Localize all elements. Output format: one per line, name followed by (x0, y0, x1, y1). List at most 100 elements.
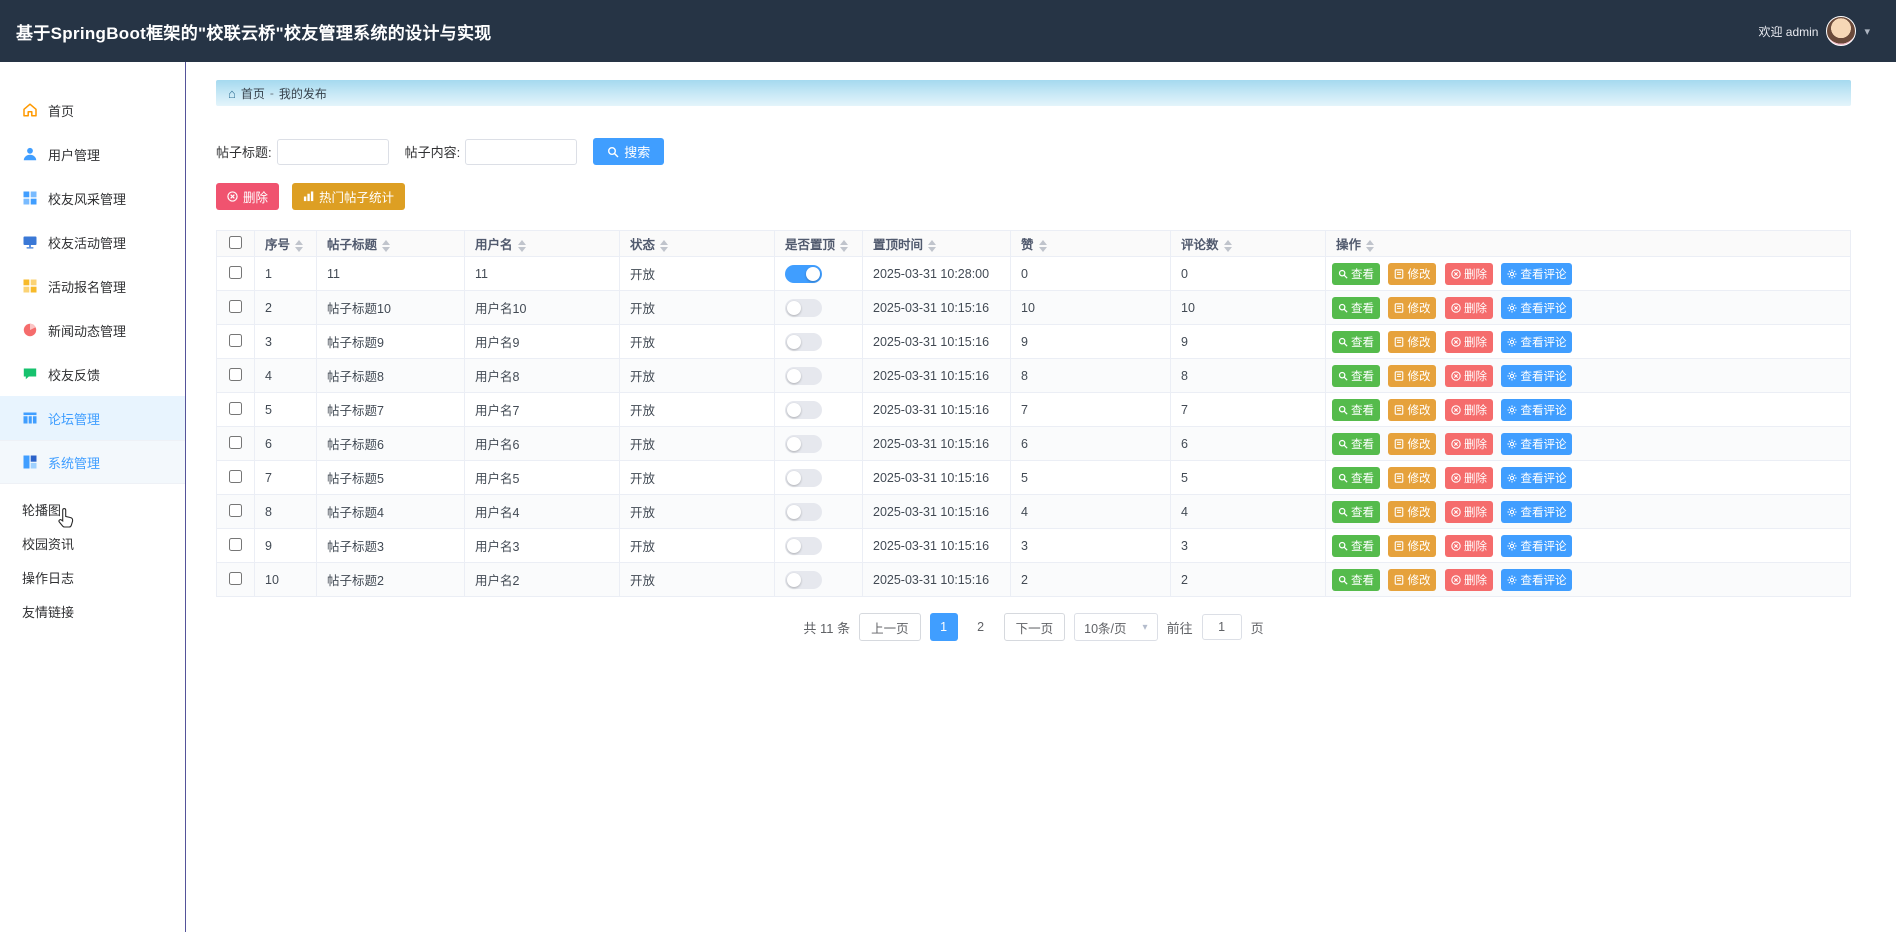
column-header[interactable]: 置顶时间 (863, 231, 1011, 257)
sidebar-item-alumni-activity[interactable]: 校友活动管理 (0, 220, 185, 264)
pin-toggle[interactable] (785, 537, 822, 555)
row-checkbox[interactable] (229, 470, 242, 483)
view-comments-button[interactable]: 查看评论 (1501, 365, 1572, 387)
pin-toggle[interactable] (785, 265, 822, 283)
delete-row-button[interactable]: 删除 (1445, 501, 1493, 523)
post-content-input[interactable] (465, 139, 577, 165)
column-header[interactable]: 操作 (1326, 231, 1851, 257)
column-header[interactable]: 序号 (255, 231, 317, 257)
delete-row-button[interactable]: 删除 (1445, 331, 1493, 353)
sort-carets-icon[interactable] (928, 240, 936, 252)
row-checkbox[interactable] (229, 266, 242, 279)
view-comments-button[interactable]: 查看评论 (1501, 467, 1572, 489)
pin-toggle[interactable] (785, 435, 822, 453)
sort-carets-icon[interactable] (660, 240, 668, 252)
pin-toggle[interactable] (785, 333, 822, 351)
pin-toggle[interactable] (785, 299, 822, 317)
view-comments-button[interactable]: 查看评论 (1501, 399, 1572, 421)
pin-toggle[interactable] (785, 469, 822, 487)
delete-row-button[interactable]: 删除 (1445, 467, 1493, 489)
next-page-button[interactable]: 下一页 (1004, 613, 1066, 641)
user-area[interactable]: 欢迎 admin ▾ (1758, 16, 1870, 46)
delete-button[interactable]: 删除 (216, 183, 279, 210)
chevron-down-icon[interactable]: ▾ (1864, 25, 1870, 38)
column-header[interactable]: 状态 (620, 231, 775, 257)
breadcrumb-home[interactable]: 首页 (241, 85, 265, 102)
row-checkbox[interactable] (229, 572, 242, 585)
view-button[interactable]: 查看 (1332, 433, 1380, 455)
delete-row-button[interactable]: 删除 (1445, 399, 1493, 421)
sort-carets-icon[interactable] (1366, 240, 1374, 252)
sidebar-subitem-campus-info[interactable]: 校园资讯 (0, 526, 185, 560)
delete-row-button[interactable]: 删除 (1445, 263, 1493, 285)
sidebar-item-user-management[interactable]: 用户管理 (0, 132, 185, 176)
row-checkbox[interactable] (229, 538, 242, 551)
row-checkbox[interactable] (229, 436, 242, 449)
view-comments-button[interactable]: 查看评论 (1501, 263, 1572, 285)
row-checkbox[interactable] (229, 504, 242, 517)
page-2-button[interactable]: 2 (967, 613, 995, 641)
pin-toggle[interactable] (785, 503, 822, 521)
sidebar-item-forum[interactable]: 论坛管理 (0, 396, 185, 440)
view-button[interactable]: 查看 (1332, 501, 1380, 523)
delete-row-button[interactable]: 删除 (1445, 365, 1493, 387)
post-title-input[interactable] (277, 139, 389, 165)
goto-page-input[interactable] (1202, 614, 1242, 640)
view-comments-button[interactable]: 查看评论 (1501, 535, 1572, 557)
edit-button[interactable]: 修改 (1388, 399, 1436, 421)
view-comments-button[interactable]: 查看评论 (1501, 297, 1572, 319)
page-1-button[interactable]: 1 (930, 613, 958, 641)
edit-button[interactable]: 修改 (1388, 569, 1436, 591)
prev-page-button[interactable]: 上一页 (859, 613, 921, 641)
sort-carets-icon[interactable] (518, 240, 526, 252)
edit-button[interactable]: 修改 (1388, 501, 1436, 523)
select-all-checkbox[interactable] (229, 236, 242, 249)
pin-toggle[interactable] (785, 401, 822, 419)
edit-button[interactable]: 修改 (1388, 433, 1436, 455)
view-comments-button[interactable]: 查看评论 (1501, 501, 1572, 523)
view-button[interactable]: 查看 (1332, 365, 1380, 387)
search-button[interactable]: 搜索 (593, 138, 664, 165)
sidebar-item-feedback[interactable]: 校友反馈 (0, 352, 185, 396)
sidebar-item-home[interactable]: 首页 (0, 88, 185, 132)
column-header[interactable]: 评论数 (1171, 231, 1326, 257)
hot-posts-stats-button[interactable]: 热门帖子统计 (292, 183, 405, 210)
row-checkbox[interactable] (229, 334, 242, 347)
edit-button[interactable]: 修改 (1388, 263, 1436, 285)
row-checkbox[interactable] (229, 300, 242, 313)
view-button[interactable]: 查看 (1332, 399, 1380, 421)
view-button[interactable]: 查看 (1332, 467, 1380, 489)
delete-row-button[interactable]: 删除 (1445, 297, 1493, 319)
column-header[interactable]: 赞 (1011, 231, 1171, 257)
view-button[interactable]: 查看 (1332, 569, 1380, 591)
sort-carets-icon[interactable] (1224, 240, 1232, 252)
sidebar-item-system[interactable]: 系统管理 (0, 440, 185, 484)
view-button[interactable]: 查看 (1332, 263, 1380, 285)
row-checkbox[interactable] (229, 368, 242, 381)
sort-carets-icon[interactable] (295, 240, 303, 252)
edit-button[interactable]: 修改 (1388, 467, 1436, 489)
view-button[interactable]: 查看 (1332, 535, 1380, 557)
view-button[interactable]: 查看 (1332, 297, 1380, 319)
sidebar-item-alumni-style[interactable]: 校友风采管理 (0, 176, 185, 220)
sort-carets-icon[interactable] (840, 240, 848, 252)
sidebar-subitem-operation-log[interactable]: 操作日志 (0, 560, 185, 594)
edit-button[interactable]: 修改 (1388, 365, 1436, 387)
edit-button[interactable]: 修改 (1388, 535, 1436, 557)
sidebar-subitem-friend-links[interactable]: 友情链接 (0, 594, 185, 628)
edit-button[interactable]: 修改 (1388, 331, 1436, 353)
sidebar-item-activity-signup[interactable]: 活动报名管理 (0, 264, 185, 308)
sort-carets-icon[interactable] (382, 240, 390, 252)
delete-row-button[interactable]: 删除 (1445, 535, 1493, 557)
sidebar-subitem-carousel[interactable]: 轮播图 (0, 492, 185, 526)
delete-row-button[interactable]: 删除 (1445, 433, 1493, 455)
page-size-select[interactable]: 10条/页 ▾ (1074, 613, 1157, 641)
column-header[interactable]: 是否置顶 (775, 231, 863, 257)
sort-carets-icon[interactable] (1039, 240, 1047, 252)
pin-toggle[interactable] (785, 571, 822, 589)
delete-row-button[interactable]: 删除 (1445, 569, 1493, 591)
user-avatar[interactable] (1826, 16, 1856, 46)
view-button[interactable]: 查看 (1332, 331, 1380, 353)
view-comments-button[interactable]: 查看评论 (1501, 433, 1572, 455)
edit-button[interactable]: 修改 (1388, 297, 1436, 319)
